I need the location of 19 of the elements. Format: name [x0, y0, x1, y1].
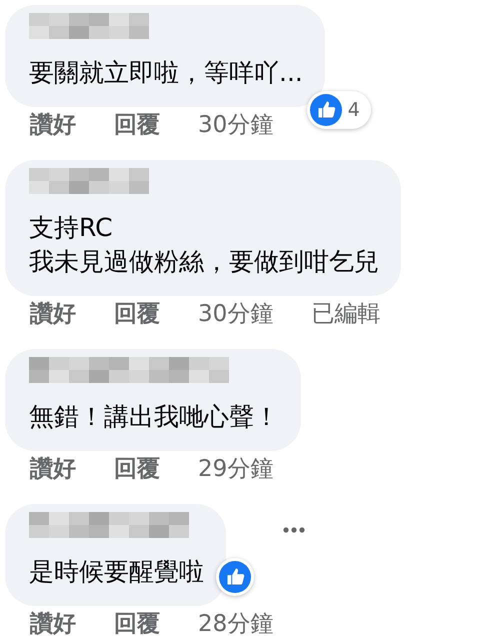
reply-link[interactable]: 回覆: [114, 609, 160, 639]
comment-time: 28分鐘: [198, 610, 274, 639]
like-link[interactable]: 讚好: [30, 110, 76, 140]
comment-time: 30分鐘: [198, 300, 274, 329]
reply-link[interactable]: 回覆: [114, 299, 160, 329]
comment-text: 支持RC: [29, 212, 113, 244]
comment-text: 我未見過做粉絲，要做到咁乞兒: [29, 246, 379, 278]
like-link[interactable]: 讚好: [30, 609, 76, 639]
comment-time: 30分鐘: [198, 111, 274, 140]
like-link[interactable]: 讚好: [30, 299, 76, 329]
comment-text: 是時候要醒覺啦: [29, 556, 204, 588]
reply-link[interactable]: 回覆: [114, 454, 160, 484]
comment-text: 無錯！講出我哋心聲！: [29, 401, 279, 433]
comment-time: 29分鐘: [198, 455, 274, 484]
edited-label: 已編輯: [311, 300, 380, 329]
reply-link[interactable]: 回覆: [114, 110, 160, 140]
reaction-badge[interactable]: 4: [306, 91, 371, 129]
like-link[interactable]: 讚好: [30, 454, 76, 484]
comment-text: 要關就立即啦，等咩吖...: [29, 57, 303, 89]
